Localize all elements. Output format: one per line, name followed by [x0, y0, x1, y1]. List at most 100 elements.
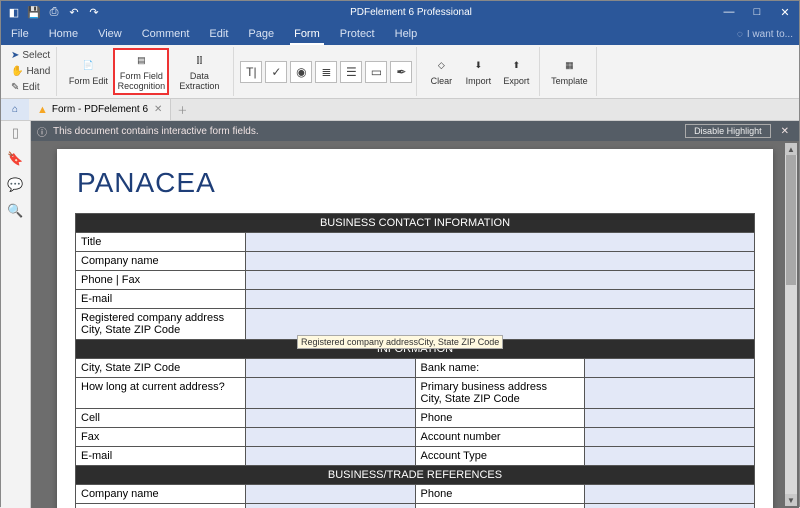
section-refs: BUSINESS/TRADE REFERENCES — [76, 466, 755, 485]
vertical-scrollbar[interactable]: ▲ ▼ — [785, 143, 797, 506]
document-tab-strip: ⌂ ▲ Form - PDFelement 6 ✕ ＋ — [1, 99, 799, 121]
combobox-tool[interactable]: ≣ — [315, 61, 337, 83]
label-company2: Company name — [76, 485, 246, 504]
scroll-up-icon[interactable]: ▲ — [785, 143, 797, 155]
print-icon[interactable]: ⎙ — [47, 5, 61, 19]
field-tooltip: Registered company addressCity, State ZI… — [297, 335, 503, 349]
checkbox-tool[interactable]: ✓ — [265, 61, 287, 83]
document-tab[interactable]: ▲ Form - PDFelement 6 ✕ — [29, 99, 171, 120]
minimize-button[interactable]: — — [715, 6, 743, 19]
label-cell: Cell — [76, 409, 246, 428]
field-phone[interactable] — [585, 409, 755, 428]
form-field-recognition-button[interactable]: ▤ Form Field Recognition — [113, 48, 169, 95]
menu-edit[interactable]: Edit — [199, 23, 238, 45]
home-tab-icon[interactable]: ⌂ — [1, 99, 29, 120]
export-icon: ⬆ — [506, 56, 526, 76]
undo-icon[interactable]: ↶ — [67, 5, 81, 19]
hand-tool[interactable]: ✋Hand — [9, 64, 52, 80]
app-menu-icon[interactable]: ◧ — [7, 5, 21, 19]
field-cell[interactable] — [245, 409, 415, 428]
menu-bar: File Home View Comment Edit Page Form Pr… — [1, 23, 799, 45]
document-area: ⓘ This document contains interactive for… — [31, 121, 799, 508]
field-address[interactable] — [245, 504, 415, 508]
label-howlong: How long at current address? — [76, 378, 246, 409]
info-bar: ⓘ This document contains interactive for… — [31, 121, 799, 141]
template-button[interactable]: ▦ Template — [546, 55, 592, 88]
menu-view[interactable]: View — [88, 23, 132, 45]
field-email[interactable] — [245, 290, 754, 309]
label-cityzip: City, State ZIP Code — [76, 359, 246, 378]
field-fax[interactable] — [245, 428, 415, 447]
label-fax2: Fax — [415, 504, 585, 508]
field-howlong[interactable] — [245, 378, 415, 409]
label-primaddr: Primary business address City, State ZIP… — [415, 378, 585, 409]
menu-home[interactable]: Home — [39, 23, 88, 45]
save-icon[interactable]: 💾 — [27, 5, 41, 19]
add-tab-button[interactable]: ＋ — [171, 99, 193, 120]
field-email2[interactable] — [245, 447, 415, 466]
field-company[interactable] — [245, 252, 754, 271]
redo-icon[interactable]: ↷ — [87, 5, 101, 19]
field-cityzip[interactable] — [245, 359, 415, 378]
info-message: This document contains interactive form … — [53, 126, 679, 137]
signature-tool[interactable]: ✒ — [390, 61, 412, 83]
window-controls: — □ ✕ — [715, 6, 799, 19]
hand-icon: ✋ — [11, 66, 23, 77]
field-fax2[interactable] — [585, 504, 755, 508]
data-extraction-icon: ⫿⫿ — [189, 51, 209, 71]
field-accttype[interactable] — [585, 447, 755, 466]
ribbon: ➤Select ✋Hand ✎Edit 📄 Form Edit ▤ Form F… — [1, 45, 799, 99]
cursor-icon: ➤ — [11, 50, 19, 61]
close-button[interactable]: ✕ — [771, 6, 799, 19]
disable-highlight-button[interactable]: Disable Highlight — [685, 124, 771, 138]
field-title[interactable] — [245, 233, 754, 252]
field-primaddr[interactable] — [585, 378, 755, 409]
radio-tool[interactable]: ◉ — [290, 61, 312, 83]
quick-access-toolbar: ◧ 💾 ⎙ ↶ ↷ — [1, 5, 107, 19]
field-company2[interactable] — [245, 485, 415, 504]
form-field-tools: T| ✓ ◉ ≣ ☰ ▭ ✒ — [240, 61, 412, 83]
left-sidebar: ▯ 🔖 💬 🔍 — [1, 121, 31, 508]
search-icon[interactable]: 🔍 — [7, 203, 23, 219]
menu-protect[interactable]: Protect — [330, 23, 385, 45]
label-company: Company name — [76, 252, 246, 271]
tell-me-search[interactable]: ◌I want to... — [737, 29, 799, 40]
pencil-icon: ✎ — [11, 82, 19, 93]
menu-help[interactable]: Help — [385, 23, 428, 45]
field-bankname[interactable] — [585, 359, 755, 378]
title-bar: ◧ 💾 ⎙ ↶ ↷ PDFelement 6 Professional — □ … — [1, 1, 799, 23]
label-email: E-mail — [76, 290, 246, 309]
select-tool[interactable]: ➤Select — [9, 48, 52, 64]
text-field-tool[interactable]: T| — [240, 61, 262, 83]
form-table: BUSINESS CONTACT INFORMATION Title Compa… — [75, 213, 755, 508]
comments-icon[interactable]: 💬 — [7, 177, 23, 193]
thumbnails-icon[interactable]: ▯ — [12, 125, 19, 141]
close-infobar-icon[interactable]: ✕ — [777, 126, 793, 137]
workspace: ▯ 🔖 💬 🔍 ⓘ This document contains interac… — [1, 121, 799, 508]
menu-form[interactable]: Form — [284, 23, 330, 45]
listbox-tool[interactable]: ☰ — [340, 61, 362, 83]
menu-comment[interactable]: Comment — [132, 23, 200, 45]
scroll-thumb[interactable] — [786, 155, 796, 285]
label-title: Title — [76, 233, 246, 252]
close-tab-icon[interactable]: ✕ — [154, 104, 162, 115]
export-button[interactable]: ⬆ Export — [497, 55, 535, 88]
clear-button[interactable]: ◇ Clear — [423, 55, 459, 88]
field-phone2[interactable] — [585, 485, 755, 504]
import-button[interactable]: ⬇ Import — [459, 55, 497, 88]
label-address: Address — [76, 504, 246, 508]
menu-file[interactable]: File — [1, 23, 39, 45]
bookmarks-icon[interactable]: 🔖 — [7, 151, 23, 167]
data-extraction-button[interactable]: ⫿⫿ Data Extraction — [169, 50, 229, 93]
field-phonefax[interactable] — [245, 271, 754, 290]
maximize-button[interactable]: □ — [743, 6, 771, 19]
field-acctnum[interactable] — [585, 428, 755, 447]
form-edit-button[interactable]: 📄 Form Edit — [63, 55, 113, 88]
edit-tool[interactable]: ✎Edit — [9, 80, 52, 96]
eraser-icon: ◇ — [431, 56, 451, 76]
menu-page[interactable]: Page — [238, 23, 284, 45]
button-tool[interactable]: ▭ — [365, 61, 387, 83]
bulb-icon: ◌ — [737, 29, 743, 40]
form-edit-icon: 📄 — [78, 56, 98, 76]
scroll-down-icon[interactable]: ▼ — [785, 494, 797, 506]
